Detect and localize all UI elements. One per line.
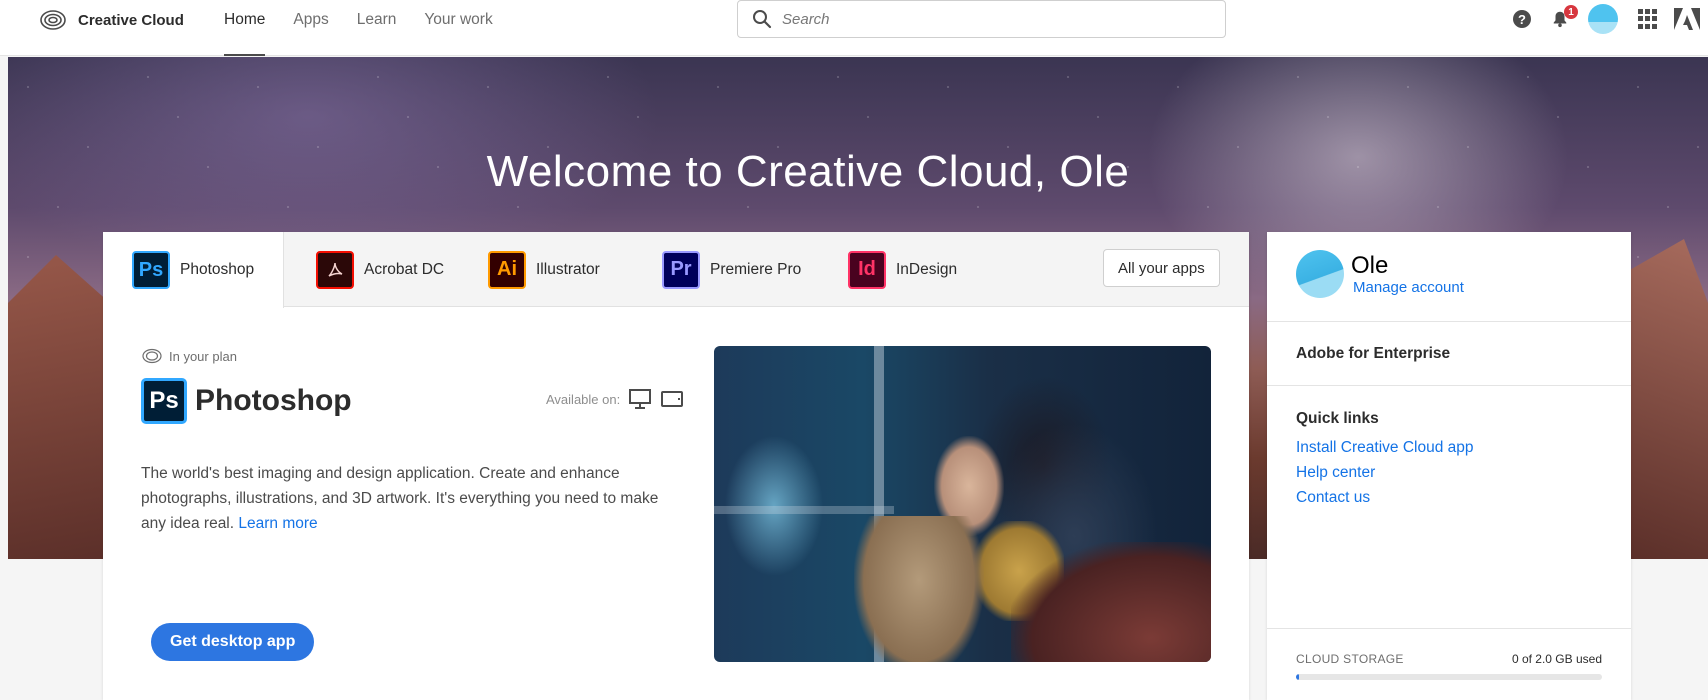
nav-home[interactable]: Home [210,0,279,56]
learn-more-link[interactable]: Learn more [238,515,317,532]
avatar[interactable] [1296,250,1344,298]
search-input[interactable] [782,10,1202,28]
nav-your-work[interactable]: Your work [410,0,506,56]
tab-label: Premiere Pro [710,260,802,278]
featured-app-description: The world's best imaging and design appl… [141,465,659,532]
all-apps-button[interactable]: All your apps [1103,249,1220,287]
avatar[interactable] [1588,4,1618,34]
search-box[interactable] [737,0,1226,38]
account-sidebar: Ole Manage account Adobe for Enterprise … [1267,232,1631,700]
photoshop-showcase-image [714,346,1211,662]
quick-link-help-center[interactable]: Help center [1296,464,1375,482]
tab-photoshop[interactable]: Ps Photoshop [103,232,285,308]
primary-nav: Home Apps Learn Your work [210,0,507,56]
featured-app-heading: Ps Photoshop [141,378,352,424]
hero-mountain-right [1628,239,1708,559]
brand[interactable]: Creative Cloud [38,8,184,32]
apps-grid-icon[interactable] [1638,9,1658,29]
acrobat-icon [316,250,354,289]
available-on: Available on: [546,388,684,410]
search-icon [753,10,772,29]
top-nav-bar: Creative Cloud Home Apps Learn Your work… [0,0,1708,56]
tab-premiere-pro[interactable]: Pr Premiere Pro [633,232,830,307]
tab-illustrator[interactable]: Ai Illustrator [459,232,629,307]
cloud-storage-label: CLOUD STORAGE [1296,652,1404,666]
manage-account-link[interactable]: Manage account [1353,279,1464,296]
app-tabs: Ps Photoshop Acrobat DC Ai Illustrator P… [103,232,1249,308]
nav-apps[interactable]: Apps [279,0,342,56]
tab-indesign[interactable]: Id InDesign [819,232,986,307]
tab-label: InDesign [896,260,958,278]
quick-link-contact-us[interactable]: Contact us [1296,489,1370,507]
in-plan-label: In your plan [141,348,681,364]
tab-label: Acrobat DC [364,260,445,278]
featured-app-name: Photoshop [195,384,352,417]
photoshop-icon: Ps [141,378,187,424]
adobe-for-enterprise[interactable]: Adobe for Enterprise [1267,322,1631,386]
indesign-icon: Id [848,250,886,289]
brand-name: Creative Cloud [78,11,184,29]
adobe-logo-icon[interactable] [1674,8,1700,30]
photoshop-icon: Ps [132,251,170,289]
notification-badge: 1 [1564,5,1578,19]
user-summary: Ole Manage account [1267,232,1631,322]
premiere-pro-icon: Pr [662,250,700,289]
storage-progress-fill [1296,674,1299,680]
user-name: Ole [1351,252,1389,279]
creative-cloud-icon [142,348,162,364]
get-desktop-app-button[interactable]: Get desktop app [151,623,315,661]
quick-link-install-cc[interactable]: Install Creative Cloud app [1296,439,1474,457]
creative-cloud-logo-icon [40,10,66,30]
cloud-storage-used: 0 of 2.0 GB used [1511,652,1602,666]
desktop-icon [629,389,652,409]
illustrator-icon: Ai [488,250,526,289]
featured-app-details: In your plan Ps Photoshop Available on: … [141,348,684,532]
welcome-title: Welcome to Creative Cloud, Ole [486,147,1130,196]
notifications-button[interactable]: 1 [1550,5,1578,29]
tab-label: Illustrator [536,260,600,278]
help-button[interactable]: ? [1512,9,1532,29]
nav-learn[interactable]: Learn [343,0,411,56]
tab-acrobat-dc[interactable]: Acrobat DC [287,232,473,307]
storage-progress-bar [1296,674,1602,680]
help-icon: ? [1513,10,1531,28]
header-actions: ? 1 [1498,2,1708,36]
tablet-icon [661,391,684,407]
quick-links-title: Quick links [1296,410,1379,427]
cloud-storage: CLOUD STORAGE 0 of 2.0 GB used [1267,628,1631,700]
tab-label: Photoshop [180,261,255,278]
app-showcase-card: Ps Photoshop Acrobat DC Ai Illustrator P… [103,232,1249,700]
